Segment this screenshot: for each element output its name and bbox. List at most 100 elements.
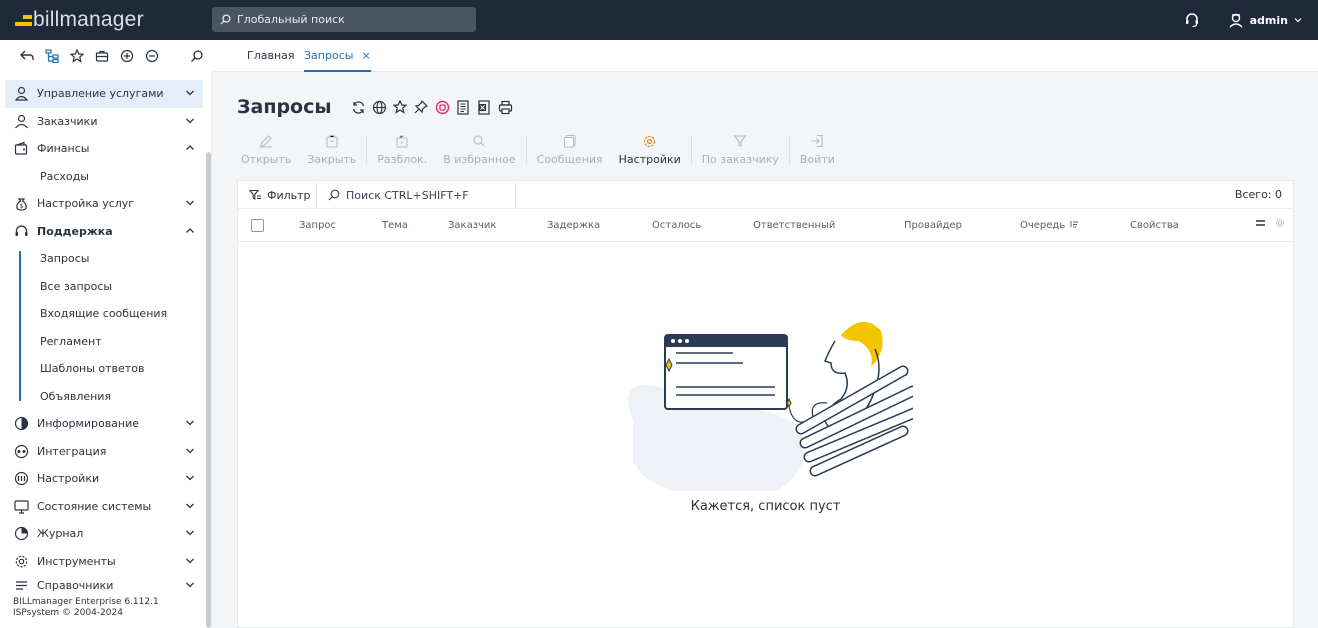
column-properties[interactable]: Свойства [1130,210,1179,242]
column-settings-icon[interactable] [1256,210,1265,242]
tab-home[interactable]: Главная [247,40,295,72]
sidebar-item-tools[interactable]: Инструменты [5,548,203,576]
collapse-all-icon[interactable] [139,46,164,66]
globe-icon[interactable] [371,99,388,116]
support-icon[interactable] [1184,12,1200,28]
column-delay[interactable]: Задержка [547,210,600,242]
list-search-input[interactable]: Поиск CTRL+SHIFT+F [328,181,469,209]
sidebar-item-label: Заказчики [37,114,98,128]
column-remaining[interactable]: Осталось [652,210,701,242]
sidebar-item-settings[interactable]: Настройки [5,465,203,493]
open-button[interactable]: Открыть [237,132,295,166]
column-request[interactable]: Запрос [299,210,336,242]
column-queue-label: Очередь [1020,220,1066,231]
sidebar-item-expenses[interactable]: Расходы [5,163,203,191]
excel-export-icon[interactable] [476,99,493,116]
toolbar-divider [525,136,527,164]
column-provider[interactable]: Провайдер [904,210,962,242]
global-search-input[interactable]: Глобальный поиск [212,7,476,32]
sidebar-scrollbar[interactable] [206,152,211,628]
user-service-icon [13,86,29,102]
main-content: Запросы Открыть Закрыть Разблок. В избра… [212,72,1318,628]
column-customer[interactable]: Заказчик [448,210,496,242]
sidebar-item-requests[interactable]: Запросы [5,245,203,273]
sidebar-menu: Управление услугами Заказчики Финансы Ра… [5,80,203,595]
sidebar-item-incoming-messages[interactable]: Входящие сообщения [5,300,203,328]
sidebar-item-support[interactable]: Поддержка [5,218,203,246]
login-as-button[interactable]: Войти [796,132,839,166]
chevron-down-icon [186,582,194,588]
chevron-down-icon [186,420,194,426]
chevron-down-icon [186,503,194,508]
select-all-checkbox[interactable] [251,219,264,232]
filter-by-customer-button[interactable]: По заказчику [698,132,783,166]
refresh-icon[interactable] [350,99,367,116]
toolbar-divider [690,136,692,164]
sidebar-item-service-management[interactable]: Управление услугами [5,80,203,108]
sidebar-item-references[interactable]: Справочники [5,575,203,595]
chevron-up-icon [186,145,194,150]
sidebar-item-integration[interactable]: Интеграция [5,438,203,466]
chevron-down-icon [186,90,194,96]
sidebar-item-label: Запросы [40,252,90,266]
favorite-star-icon[interactable] [392,99,409,116]
add-to-favorites-label: В избранное [443,153,516,166]
version-info: BILLmanager Enterprise 6.112.1 ISPsystem… [13,597,159,619]
sidebar-item-label: Информирование [37,417,140,431]
list-icon [13,577,29,593]
toolbar-divider [366,136,368,164]
settings-gear-icon [642,132,657,150]
sort-icon [1070,221,1079,228]
tab-requests[interactable]: Запросы × [304,40,371,72]
sidebar-item-reply-templates[interactable]: Шаблоны ответов [5,355,203,383]
filter-button[interactable]: Фильтр [249,181,311,209]
empty-state-message: Кажется, список пуст [690,499,841,514]
sidebar-item-service-settings[interactable]: $ Настройка услуг [5,190,203,218]
login-as-label: Войти [799,153,835,166]
sidebar-item-notifications[interactable]: Информирование [5,410,203,438]
add-to-favorites-button[interactable]: В избранное [439,132,519,166]
close-request-icon [325,132,339,150]
svg-text:$: $ [19,203,23,210]
empty-list-illustration [628,321,913,491]
headset-icon [13,223,29,239]
sidebar-item-system-state[interactable]: Состояние системы [5,493,203,521]
sidebar-item-customers[interactable]: Заказчики [5,108,203,136]
chevron-down-icon [186,448,194,453]
pin-icon[interactable] [413,99,430,116]
sidebar-item-label: Состояние системы [37,499,152,513]
close-request-button[interactable]: Закрыть [303,132,360,166]
sidebar-item-label: Журнал [37,527,84,541]
sidebar-item-all-requests[interactable]: Все запросы [5,273,203,301]
sidebar-item-label: Финансы [37,142,90,156]
sidebar-item-announcements[interactable]: Объявления [5,383,203,411]
filter-icon [249,189,261,200]
expand-all-icon[interactable] [114,46,139,66]
unblock-button[interactable]: Разблок. [373,132,431,166]
column-queue[interactable]: Очередь [1020,210,1079,242]
column-responsible[interactable]: Ответственный [753,210,835,242]
logo[interactable]: billmanager [15,8,144,32]
filter-divider [316,183,317,207]
tab-close-icon[interactable]: × [361,49,370,62]
settings-button[interactable]: Настройки [615,132,685,166]
sidebar-item-journal[interactable]: Журнал [5,520,203,548]
print-icon[interactable] [497,99,514,116]
menu-search-icon[interactable] [184,46,209,66]
chevron-up-icon [186,227,194,233]
tree-icon[interactable] [39,46,64,66]
back-icon[interactable] [14,46,39,66]
top-bar: billmanager Глобальный поиск admin [0,0,1318,40]
star-icon[interactable] [64,46,89,66]
copyright-line: ISPsystem © 2004-2024 [13,608,123,618]
help-lifebuoy-icon[interactable] [434,99,451,116]
column-subject[interactable]: Тема [382,210,408,242]
chevron-down-icon [186,118,194,123]
user-menu[interactable]: admin [1228,12,1302,28]
table-gear-icon[interactable] [1275,210,1285,242]
sidebar-item-regulations[interactable]: Регламент [5,328,203,356]
document-icon[interactable] [455,99,472,116]
briefcase-icon[interactable] [89,46,114,66]
messages-button[interactable]: Сообщения [533,132,607,166]
sidebar-item-finance[interactable]: Финансы [5,135,203,163]
